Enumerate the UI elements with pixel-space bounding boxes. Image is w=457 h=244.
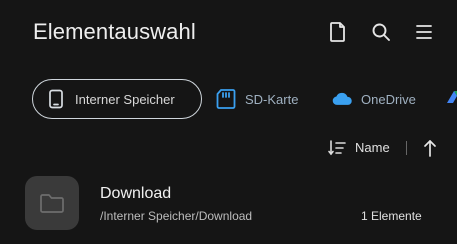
element-picker-screen: Elementauswahl Interner Speicher SD-Kart… — [0, 0, 457, 244]
storage-chip-label: SD-Karte — [245, 91, 299, 107]
new-file-icon[interactable] — [326, 20, 350, 44]
list-item[interactable]: Download /Interner Speicher/Download 1 E… — [0, 168, 457, 238]
item-name: Download — [100, 185, 172, 202]
sd-card-icon — [215, 88, 237, 110]
storage-selector: Interner Speicher SD-Karte OneDrive — [0, 76, 457, 122]
app-bar: Elementauswahl — [0, 0, 457, 64]
arrow-up-icon[interactable] — [420, 137, 440, 159]
phone-icon — [45, 88, 67, 110]
drive-icon — [446, 88, 457, 110]
storage-chip-drive[interactable] — [446, 79, 457, 119]
storage-chip-sd-card[interactable]: SD-Karte — [215, 79, 298, 119]
page-title: Elementauswahl — [33, 19, 196, 44]
storage-chip-label: OneDrive — [361, 91, 416, 107]
search-icon[interactable] — [369, 20, 393, 44]
item-path: /Interner Speicher/Download — [100, 209, 253, 223]
item-count: 1 Elemente — [361, 209, 422, 223]
cloud-icon — [331, 88, 353, 110]
sort-icon[interactable] — [327, 138, 347, 158]
storage-chip-internal[interactable]: Interner Speicher — [32, 79, 202, 119]
sort-field-label[interactable]: Name — [355, 140, 390, 155]
sort-bar: Name — [0, 134, 457, 162]
storage-chip-onedrive[interactable]: OneDrive — [331, 79, 416, 119]
storage-chip-label: Interner Speicher — [75, 91, 175, 107]
menu-icon[interactable] — [412, 20, 436, 44]
sort-divider — [406, 141, 407, 155]
folder-icon — [25, 176, 79, 230]
